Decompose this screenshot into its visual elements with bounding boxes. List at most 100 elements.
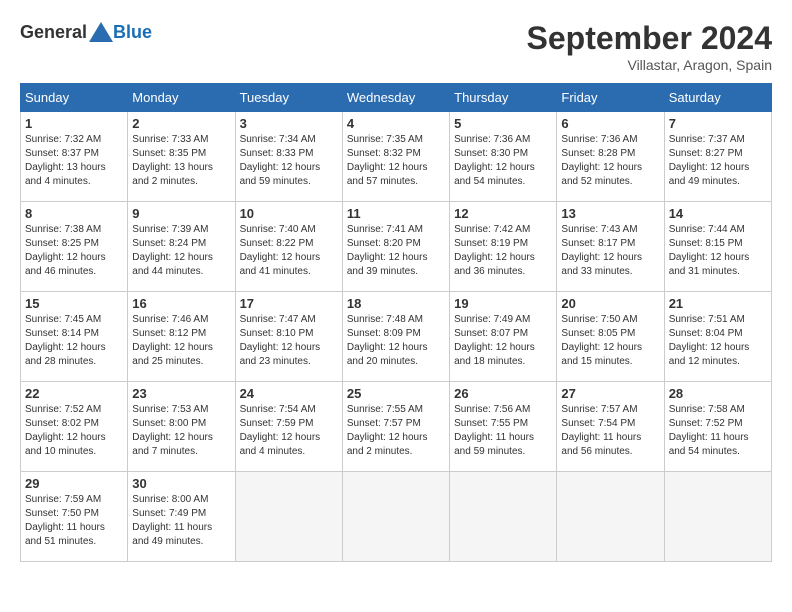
day-number: 29 xyxy=(25,476,123,491)
calendar-cell: 30 Sunrise: 8:00 AMSunset: 7:49 PMDayligh… xyxy=(128,472,235,562)
day-number: 2 xyxy=(132,116,230,131)
calendar-table: Sunday Monday Tuesday Wednesday Thursday… xyxy=(20,83,772,562)
day-info: Sunrise: 7:39 AMSunset: 8:24 PMDaylight:… xyxy=(132,223,230,279)
day-number: 25 xyxy=(347,386,445,401)
calendar-cell: 11 Sunrise: 7:41 AMSunset: 8:20 PMDayligh… xyxy=(342,202,449,292)
header-monday: Monday xyxy=(128,84,235,112)
calendar-cell: 15 Sunrise: 7:45 AMSunset: 8:14 PMDayligh… xyxy=(21,292,128,382)
day-number: 5 xyxy=(454,116,552,131)
calendar-cell: 13Sunrise: 7:43 AMSunset: 8:17 PMDayligh… xyxy=(557,202,664,292)
day-number: 23 xyxy=(132,386,230,401)
day-number: 9 xyxy=(132,206,230,221)
day-info: Sunrise: 7:54 AMSunset: 7:59 PMDaylight:… xyxy=(240,403,338,459)
calendar-cell: 6 Sunrise: 7:36 AMSunset: 8:28 PMDaylight… xyxy=(557,112,664,202)
week-row-2: 8Sunrise: 7:38 AMSunset: 8:25 PMDaylight… xyxy=(21,202,772,292)
day-info: Sunrise: 7:35 AMSunset: 8:32 PMDaylight:… xyxy=(347,133,445,189)
day-number: 4 xyxy=(347,116,445,131)
day-number: 21 xyxy=(669,296,767,311)
day-number: 7 xyxy=(669,116,767,131)
calendar-cell xyxy=(557,472,664,562)
day-info: Sunrise: 7:34 AMSunset: 8:33 PMDaylight:… xyxy=(240,133,338,189)
day-number: 30 xyxy=(132,476,230,491)
calendar-cell: 18 Sunrise: 7:48 AMSunset: 8:09 PMDayligh… xyxy=(342,292,449,382)
day-info: Sunrise: 7:45 AMSunset: 8:14 PMDaylight:… xyxy=(25,313,123,369)
day-info: Sunrise: 7:44 AMSunset: 8:15 PMDaylight:… xyxy=(669,223,767,279)
calendar-cell: 2 Sunrise: 7:33 AMSunset: 8:35 PMDaylight… xyxy=(128,112,235,202)
week-row-4: 22Sunrise: 7:52 AMSunset: 8:02 PMDayligh… xyxy=(21,382,772,472)
calendar-cell xyxy=(664,472,771,562)
calendar-cell: 8Sunrise: 7:38 AMSunset: 8:25 PMDaylight… xyxy=(21,202,128,292)
day-info: Sunrise: 7:49 AMSunset: 8:07 PMDaylight:… xyxy=(454,313,552,369)
logo-icon xyxy=(89,20,113,44)
day-number: 11 xyxy=(347,206,445,221)
calendar-cell: 3 Sunrise: 7:34 AMSunset: 8:33 PMDaylight… xyxy=(235,112,342,202)
day-number: 28 xyxy=(669,386,767,401)
day-info: Sunrise: 7:36 AMSunset: 8:30 PMDaylight:… xyxy=(454,133,552,189)
calendar-cell: 27Sunrise: 7:57 AMSunset: 7:54 PMDayligh… xyxy=(557,382,664,472)
day-number: 6 xyxy=(561,116,659,131)
page-header: General Blue September 2024 Villastar, A… xyxy=(20,20,772,73)
week-row-1: 1Sunrise: 7:32 AMSunset: 8:37 PMDaylight… xyxy=(21,112,772,202)
calendar-cell: 7 Sunrise: 7:37 AMSunset: 8:27 PMDaylight… xyxy=(664,112,771,202)
calendar-cell: 24 Sunrise: 7:54 AMSunset: 7:59 PMDayligh… xyxy=(235,382,342,472)
calendar-cell: 21 Sunrise: 7:51 AMSunset: 8:04 PMDayligh… xyxy=(664,292,771,382)
logo-general: General xyxy=(20,22,87,43)
day-info: Sunrise: 7:40 AMSunset: 8:22 PMDaylight:… xyxy=(240,223,338,279)
day-number: 10 xyxy=(240,206,338,221)
day-info: Sunrise: 7:38 AMSunset: 8:25 PMDaylight:… xyxy=(25,223,123,279)
day-info: Sunrise: 7:59 AMSunset: 7:50 PMDaylight:… xyxy=(25,493,123,549)
day-info: Sunrise: 8:00 AMSunset: 7:49 PMDaylight:… xyxy=(132,493,230,549)
calendar-cell xyxy=(235,472,342,562)
day-info: Sunrise: 7:55 AMSunset: 7:57 PMDaylight:… xyxy=(347,403,445,459)
calendar-cell: 9 Sunrise: 7:39 AMSunset: 8:24 PMDaylight… xyxy=(128,202,235,292)
calendar-cell: 12 Sunrise: 7:42 AMSunset: 8:19 PMDayligh… xyxy=(450,202,557,292)
day-info: Sunrise: 7:32 AMSunset: 8:37 PMDaylight:… xyxy=(25,133,123,189)
day-number: 17 xyxy=(240,296,338,311)
calendar-cell: 23 Sunrise: 7:53 AMSunset: 8:00 PMDayligh… xyxy=(128,382,235,472)
title-section: September 2024 Villastar, Aragon, Spain xyxy=(527,20,772,73)
calendar-cell: 25 Sunrise: 7:55 AMSunset: 7:57 PMDayligh… xyxy=(342,382,449,472)
day-info: Sunrise: 7:47 AMSunset: 8:10 PMDaylight:… xyxy=(240,313,338,369)
day-info: Sunrise: 7:37 AMSunset: 8:27 PMDaylight:… xyxy=(669,133,767,189)
day-info: Sunrise: 7:33 AMSunset: 8:35 PMDaylight:… xyxy=(132,133,230,189)
day-info: Sunrise: 7:53 AMSunset: 8:00 PMDaylight:… xyxy=(132,403,230,459)
day-number: 24 xyxy=(240,386,338,401)
week-row-5: 29 Sunrise: 7:59 AMSunset: 7:50 PMDayligh… xyxy=(21,472,772,562)
day-number: 16 xyxy=(132,296,230,311)
day-info: Sunrise: 7:51 AMSunset: 8:04 PMDaylight:… xyxy=(669,313,767,369)
calendar-cell: 10 Sunrise: 7:40 AMSunset: 8:22 PMDayligh… xyxy=(235,202,342,292)
calendar-cell: 4 Sunrise: 7:35 AMSunset: 8:32 PMDaylight… xyxy=(342,112,449,202)
calendar-cell: 28Sunrise: 7:58 AMSunset: 7:52 PMDayligh… xyxy=(664,382,771,472)
calendar-cell: 22Sunrise: 7:52 AMSunset: 8:02 PMDayligh… xyxy=(21,382,128,472)
day-number: 18 xyxy=(347,296,445,311)
logo: General Blue xyxy=(20,20,152,44)
header-wednesday: Wednesday xyxy=(342,84,449,112)
header-friday: Friday xyxy=(557,84,664,112)
day-number: 3 xyxy=(240,116,338,131)
day-number: 14 xyxy=(669,206,767,221)
day-number: 26 xyxy=(454,386,552,401)
day-info: Sunrise: 7:41 AMSunset: 8:20 PMDaylight:… xyxy=(347,223,445,279)
day-info: Sunrise: 7:57 AMSunset: 7:54 PMDaylight:… xyxy=(561,403,659,459)
day-number: 19 xyxy=(454,296,552,311)
calendar-cell: 19 Sunrise: 7:49 AMSunset: 8:07 PMDayligh… xyxy=(450,292,557,382)
calendar-cell: 20 Sunrise: 7:50 AMSunset: 8:05 PMDayligh… xyxy=(557,292,664,382)
day-number: 20 xyxy=(561,296,659,311)
day-number: 15 xyxy=(25,296,123,311)
calendar-cell: 1Sunrise: 7:32 AMSunset: 8:37 PMDaylight… xyxy=(21,112,128,202)
header-saturday: Saturday xyxy=(664,84,771,112)
day-info: Sunrise: 7:46 AMSunset: 8:12 PMDaylight:… xyxy=(132,313,230,369)
week-row-3: 15 Sunrise: 7:45 AMSunset: 8:14 PMDayligh… xyxy=(21,292,772,382)
day-info: Sunrise: 7:50 AMSunset: 8:05 PMDaylight:… xyxy=(561,313,659,369)
day-number: 12 xyxy=(454,206,552,221)
day-number: 22 xyxy=(25,386,123,401)
header-thursday: Thursday xyxy=(450,84,557,112)
calendar-cell: 29 Sunrise: 7:59 AMSunset: 7:50 PMDayligh… xyxy=(21,472,128,562)
day-info: Sunrise: 7:48 AMSunset: 8:09 PMDaylight:… xyxy=(347,313,445,369)
day-info: Sunrise: 7:42 AMSunset: 8:19 PMDaylight:… xyxy=(454,223,552,279)
calendar-cell xyxy=(342,472,449,562)
header-sunday: Sunday xyxy=(21,84,128,112)
day-number: 13 xyxy=(561,206,659,221)
day-info: Sunrise: 7:36 AMSunset: 8:28 PMDaylight:… xyxy=(561,133,659,189)
calendar-cell: 16 Sunrise: 7:46 AMSunset: 8:12 PMDayligh… xyxy=(128,292,235,382)
